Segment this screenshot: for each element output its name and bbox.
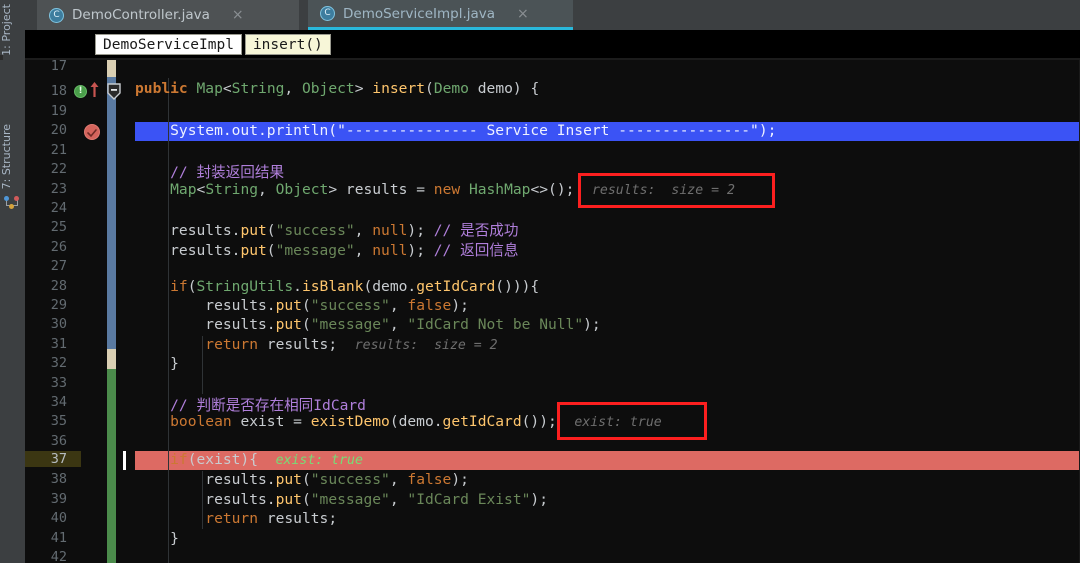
sidebar-tab-project-label: 1: Project [0,4,13,56]
line-number: 27 [50,258,67,274]
line-number: 25 [50,219,67,235]
code-line-35[interactable]: boolean exist = existDemo(demo.getIdCard… [135,413,662,430]
code-editor[interactable]: 17 18 19 20 21 22 23 24 25 26 27 28 29 3… [25,58,1080,563]
code-line-23[interactable]: Map<String, Object> results = new HashMa… [135,181,735,198]
line-number: 32 [50,355,67,371]
inline-hint-results-return: results: size = 2 [354,338,498,353]
code-line-28[interactable]: if(StringUtils.isBlank(demo.getIdCard())… [135,278,539,295]
vcs-changebar-segment[interactable] [107,58,116,77]
breadcrumb-class[interactable]: DemoServiceImpl [95,33,242,55]
vcs-changebar-segment[interactable] [107,349,116,369]
java-class-icon: C [49,7,64,23]
inline-hint-exist: exist: true [574,415,662,430]
line-number: 24 [50,200,67,216]
breadcrumb-method[interactable]: insert() [244,33,331,55]
structure-nodes-icon [3,194,22,210]
override-up-arrow-icon[interactable] [90,82,99,97]
ide-window: 1: Project 7: Structure C DemoController… [0,0,1080,563]
editor-top-rule [25,58,1080,60]
code-line-22[interactable]: // 封装返回结果 [135,161,284,182]
close-icon[interactable]: × [517,7,529,21]
line-number: 38 [50,471,67,487]
breadcrumb: DemoServiceImpl insert() [25,30,1080,58]
sidebar-tab-structure[interactable]: 7: Structure [0,122,25,210]
breakpoint-check-glyph [87,129,97,138]
line-number: 20 [50,122,67,138]
line-number: 29 [50,297,67,313]
vcs-changebar-segment[interactable] [107,369,116,563]
tab-label: DemoServiceImpl.java [343,5,496,22]
code-line-41[interactable]: } [135,530,179,547]
tab-label: DemoController.java [72,7,210,23]
line-number: 23 [50,181,67,197]
code-line-37[interactable]: if(exist){ exist: true [135,451,363,468]
line-number: 39 [50,491,67,507]
line-number: 21 [50,142,67,158]
override-up-arrow-icon-svg [90,82,99,97]
fold-collapse-icon[interactable] [107,83,121,100]
text-caret [123,451,126,471]
sidebar-tab-structure-label: 7: Structure [0,124,13,190]
code-line-31[interactable]: return results; results: size = 2 [135,336,498,353]
line-number: 42 [50,549,67,563]
project-folder-icon [4,61,22,77]
code-line-29[interactable]: results.put("success", false); [135,297,469,314]
tab-demo-service-impl[interactable]: C DemoServiceImpl.java × [308,0,573,30]
code-line-40[interactable]: return results; [135,510,337,527]
line-number: 31 [50,336,67,352]
inline-hint-results: results: size = 2 [591,183,735,198]
line-number: 34 [50,394,67,410]
line-number: 18 [50,83,67,99]
sidebar-tab-project[interactable]: 1: Project [0,2,25,77]
run-method-icon[interactable]: ! [74,85,87,98]
fold-collapse-icon-svg [107,83,121,100]
line-number: 22 [50,161,67,177]
line-number: 17 [50,58,67,74]
code-line-25[interactable]: results.put("success", null); // 是否成功 [135,219,518,240]
code-line-26[interactable]: results.put("message", null); // 返回信息 [135,239,518,260]
code-line-18[interactable]: public Map<String, Object> insert(Demo d… [135,80,539,97]
code-line-30[interactable]: results.put("message", "IdCard Not be Nu… [135,316,600,333]
breakpoint-verified-icon[interactable] [84,124,100,140]
line-number: 35 [50,413,67,429]
code-line-32[interactable]: } [135,355,179,372]
line-number: 19 [50,103,67,119]
line-number: 40 [50,510,67,526]
code-line-39[interactable]: results.put("message", "IdCard Exist"); [135,491,548,508]
line-number: 26 [50,239,67,255]
line-number: 28 [50,278,67,294]
tab-demo-controller[interactable]: C DemoController.java × [37,0,299,30]
inline-hint-exist-true: exist: true [275,453,363,468]
line-number: 33 [50,375,67,391]
line-number-current: 37 [25,451,81,467]
vcs-changebar-segment[interactable] [107,77,116,349]
editor-tab-bar: C DemoController.java × C DemoServiceImp… [25,0,1080,30]
code-line-20[interactable]: System.out.println("--------------- Serv… [135,122,776,139]
code-line-34[interactable]: // 判断是否存在相同IdCard [135,394,366,415]
java-class-icon: C [320,6,335,21]
line-number: 30 [50,316,67,332]
line-number: 41 [50,530,67,546]
left-tool-strip: 1: Project 7: Structure [0,0,26,563]
line-number: 36 [50,433,67,449]
code-line-38[interactable]: results.put("success", false); [135,471,469,488]
close-icon[interactable]: × [232,8,244,22]
